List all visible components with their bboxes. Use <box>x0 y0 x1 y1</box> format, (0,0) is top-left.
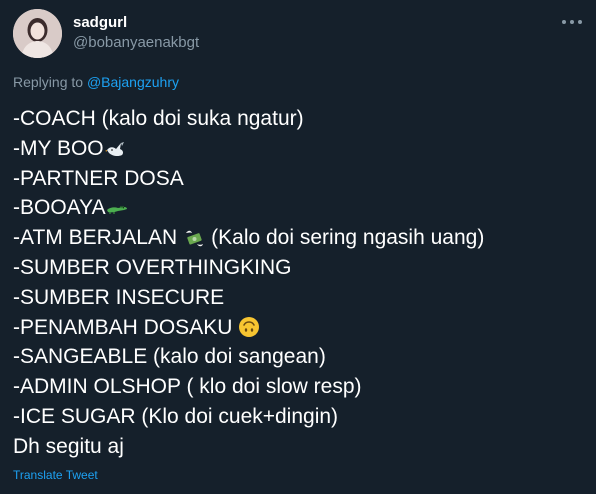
tweet-line: -PARTNER DOSA <box>13 164 583 194</box>
tweet-text: -COACH (kalo doi suka ngatur) -MY BOO -PAR… <box>13 104 583 462</box>
tweet-line: -SUMBER OVERTHINGKING <box>13 253 583 283</box>
tweet-line-text: -SANGEABLE (kalo doi sangean) <box>13 345 326 369</box>
tweet-line: -SUMBER INSECURE <box>13 283 583 313</box>
tweet-line: -SANGEABLE (kalo doi sangean) <box>13 342 583 372</box>
translate-tweet-link[interactable]: Translate Tweet <box>13 468 98 482</box>
tweet-line-text: Dh segitu aj <box>13 434 124 458</box>
tweet-line: -MY BOO <box>13 134 583 164</box>
tweet-line-text: -BOOAYA <box>13 196 106 220</box>
money-wings-icon <box>183 227 205 249</box>
tweet-line: -ATM BERJALAN (Kalo doi sering ngasih uan… <box>13 223 583 253</box>
tweet-line-text: -SUMBER INSECURE <box>13 285 225 309</box>
tweet-line-text: -PARTNER DOSA <box>13 166 184 190</box>
more-options-icon[interactable] <box>562 16 582 28</box>
replying-to-mention-link[interactable]: @Bajangzuhry <box>87 74 179 90</box>
tweet-line: -COACH (kalo doi suka ngatur) <box>13 104 583 134</box>
tweet-line-text: -SUMBER OVERTHINGKING <box>13 255 292 279</box>
upside-down-face-icon <box>238 316 260 338</box>
avatar[interactable] <box>13 9 62 58</box>
tweet-line: -ICE SUGAR (Klo doi cuek+dingin) <box>13 402 583 432</box>
tweet-card: sadgurl @bobanyaenakbgt Replying to @Baj… <box>0 0 596 494</box>
replying-to: Replying to @Bajangzuhry <box>13 74 179 90</box>
tweet-line: -BOOAYA <box>13 193 583 223</box>
tweet-line: -ADMIN OLSHOP ( klo doi slow resp) <box>13 372 583 402</box>
tweet-line-text-after: (Kalo doi sering ngasih uang) <box>211 226 485 250</box>
tweet-line-text: -MY BOO <box>13 136 104 160</box>
display-name[interactable]: sadgurl <box>73 14 127 31</box>
tweet-line-text: -COACH (kalo doi suka ngatur) <box>13 107 304 130</box>
tweet-line-text: -PENAMBAH DOSAKU <box>13 315 233 339</box>
tweet-line-text: -ADMIN OLSHOP ( klo doi slow resp) <box>13 375 362 399</box>
user-handle[interactable]: @bobanyaenakbgt <box>73 34 199 51</box>
replying-to-label: Replying to <box>13 74 84 90</box>
crocodile-icon <box>106 197 128 219</box>
dove-icon <box>104 138 126 160</box>
tweet-line: -PENAMBAH DOSAKU <box>13 313 583 343</box>
tweet-line-text: -ICE SUGAR (Klo doi cuek+dingin) <box>13 404 339 428</box>
tweet-line: Dh segitu aj <box>13 432 583 462</box>
tweet-line-text: -ATM BERJALAN <box>13 226 178 250</box>
